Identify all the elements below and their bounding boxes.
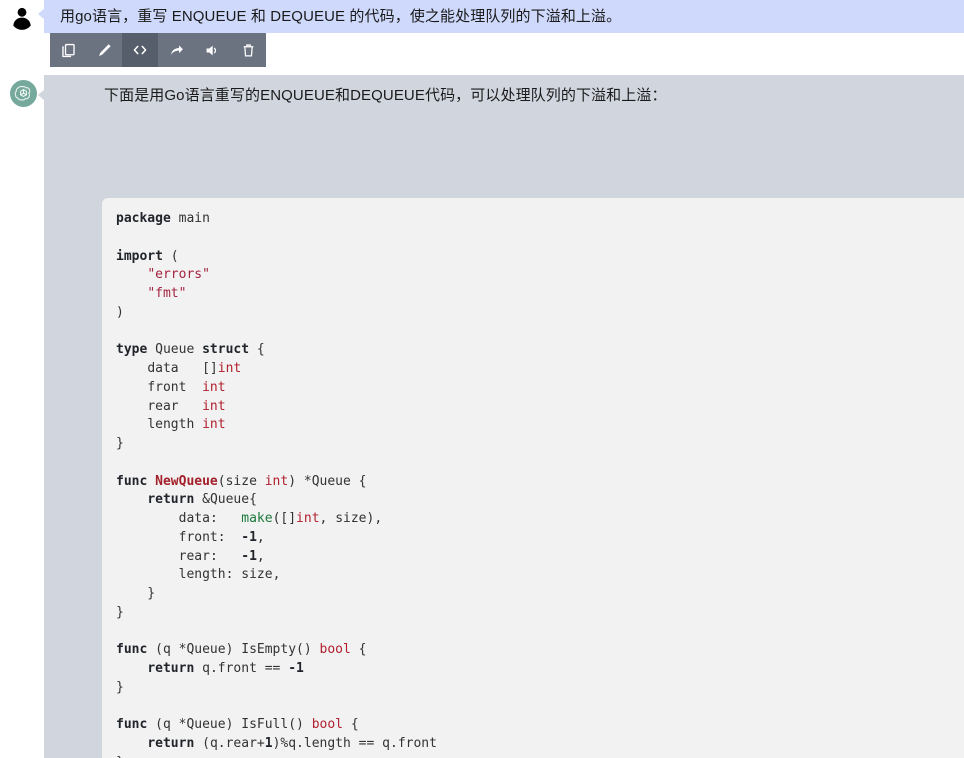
share-button[interactable]	[158, 33, 194, 67]
code-block: package main import ( "errors" "fmt" ) t…	[102, 198, 964, 758]
assistant-message-bubble: 下面是用Go语言重写的ENQUEUE和DEQUEUE代码，可以处理队列的下溢和上…	[44, 75, 964, 758]
assistant-message-turn: 下面是用Go语言重写的ENQUEUE和DEQUEUE代码，可以处理队列的下溢和上…	[0, 75, 964, 758]
chat-conversation-view: 用go语言，重写 ENQUEUE 和 DEQUEUE 的代码，使之能处理队列的下…	[0, 0, 964, 758]
code-button[interactable]	[122, 33, 158, 67]
delete-button[interactable]	[230, 33, 266, 67]
user-message-text: 用go语言，重写 ENQUEUE 和 DEQUEUE 的代码，使之能处理队列的下…	[60, 8, 622, 25]
user-avatar-icon	[9, 4, 35, 30]
assistant-intro-text: 下面是用Go语言重写的ENQUEUE和DEQUEUE代码，可以处理队列的下溢和上…	[104, 87, 667, 104]
message-action-toolbar	[50, 33, 266, 67]
code-icon	[131, 41, 149, 59]
code-block-content[interactable]: package main import ( "errors" "fmt" ) t…	[116, 210, 964, 758]
user-message-turn: 用go语言，重写 ENQUEUE 和 DEQUEUE 的代码，使之能处理队列的下…	[0, 0, 964, 75]
pencil-icon	[96, 42, 113, 59]
copy-button[interactable]	[50, 33, 86, 67]
speak-button[interactable]	[194, 33, 230, 67]
copy-icon	[60, 42, 77, 59]
share-icon	[168, 42, 185, 59]
speaker-icon	[204, 42, 221, 59]
user-message-bubble: 用go语言，重写 ENQUEUE 和 DEQUEUE 的代码，使之能处理队列的下…	[44, 0, 964, 33]
trash-icon	[240, 42, 257, 59]
edit-button[interactable]	[86, 33, 122, 67]
openai-logo-icon	[10, 80, 37, 107]
